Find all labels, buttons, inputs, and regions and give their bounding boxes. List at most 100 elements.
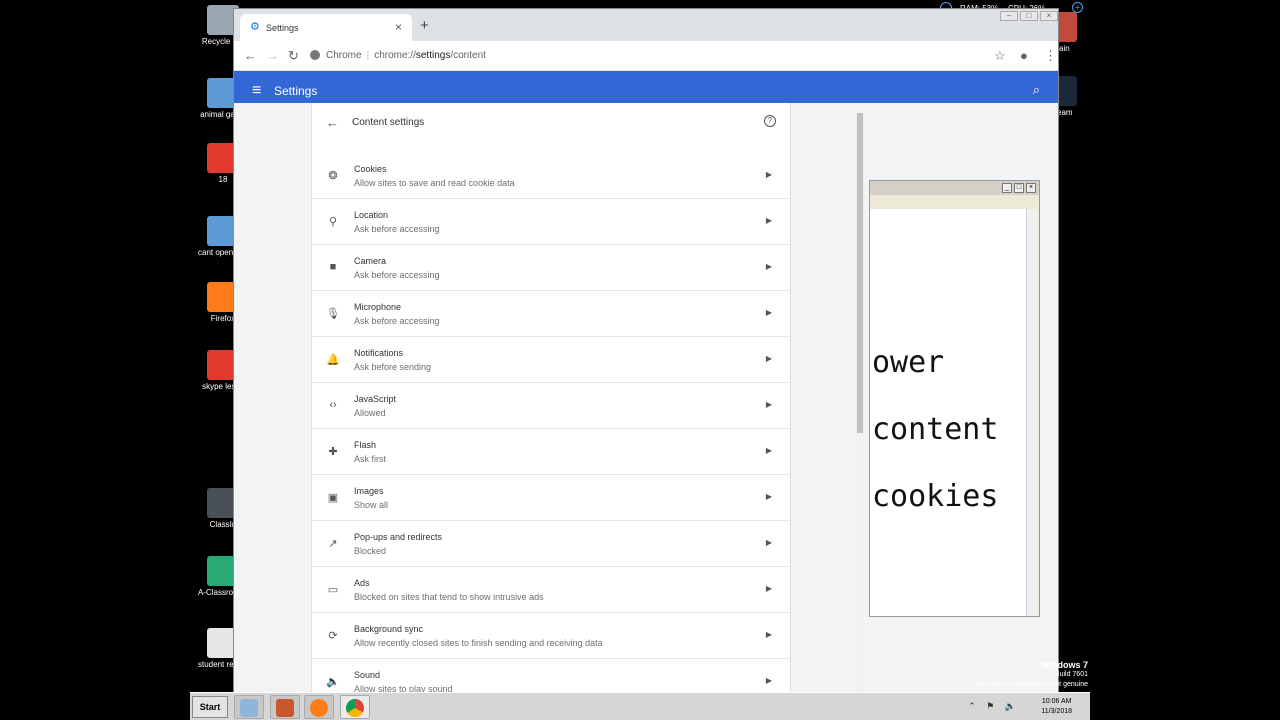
- address-bar[interactable]: Chrome | chrome://settings/content: [310, 46, 800, 66]
- text-window-maximize[interactable]: □: [1014, 183, 1024, 193]
- content-settings-list: ❂ Cookies Allow sites to save and read coo…: [312, 153, 790, 693]
- chevron-right-icon: ▶: [765, 400, 772, 409]
- text-window-titlebar: _ □ ×: [870, 181, 1039, 195]
- setting-description: Ask before sending: [354, 362, 432, 372]
- content-setting-cookies[interactable]: ❂ Cookies Allow sites to save and read coo…: [312, 153, 790, 199]
- tray-icons[interactable]: ⌃ ⚑ 🔈: [968, 701, 1020, 712]
- setting-description: Blocked: [354, 546, 387, 556]
- gear-icon: ⚙: [250, 21, 260, 33]
- chevron-right-icon: ▶: [765, 446, 772, 455]
- content-setting-ads[interactable]: ▭ Ads Blocked on sites that tend to show i…: [312, 567, 790, 613]
- page-title: Content settings: [352, 117, 425, 128]
- search-icon[interactable]: ⌕: [1033, 82, 1040, 98]
- content-setting-images[interactable]: ▣ Images Show all ▶: [312, 475, 790, 521]
- image-icon: ▣: [327, 492, 339, 504]
- widget-add-icon[interactable]: +: [1072, 2, 1083, 13]
- chevron-right-icon: ▶: [765, 262, 772, 271]
- setting-name: Microphone: [354, 302, 402, 312]
- text-line: cookies: [872, 479, 999, 514]
- setting-description: Ask first: [354, 454, 387, 464]
- start-button[interactable]: Start: [192, 696, 228, 718]
- taskbar-chrome[interactable]: [340, 695, 370, 719]
- text-window-body[interactable]: ower content cookies: [870, 209, 1027, 616]
- card-header: ← Content settings ?: [312, 103, 790, 143]
- chevron-right-icon: ▶: [765, 170, 772, 179]
- profile-icon[interactable]: ●: [1020, 48, 1028, 63]
- help-icon[interactable]: ?: [764, 115, 776, 127]
- content-setting-microphone[interactable]: 🎙 Microphone Ask before accessing ▶: [312, 291, 790, 337]
- back-arrow-icon[interactable]: ←: [244, 48, 257, 63]
- url-text: chrome://settings/content: [374, 50, 486, 61]
- camera-icon: ■: [329, 261, 337, 273]
- puzzle-icon: ✚: [328, 446, 338, 458]
- clock[interactable]: 10:06 AM 11/3/2018: [1041, 697, 1072, 717]
- setting-description: Ask before accessing: [354, 270, 440, 280]
- settings-title: Settings: [274, 84, 318, 98]
- minimize-button[interactable]: –: [1000, 11, 1018, 21]
- text-line: content: [872, 412, 999, 447]
- content-setting-location[interactable]: ⚲ Location Ask before accessing ▶: [312, 199, 790, 245]
- new-tab-button[interactable]: +: [420, 17, 429, 34]
- microphone-icon: 🎙: [326, 308, 340, 320]
- content-setting-camera[interactable]: ■ Camera Ask before accessing ▶: [312, 245, 790, 291]
- cookie-icon: ❂: [328, 170, 338, 182]
- content-setting-sound[interactable]: 🔈 Sound Allow sites to play sound ▶: [312, 659, 790, 693]
- chrome-icon: [346, 699, 364, 717]
- setting-name: Pop-ups and redirects: [354, 532, 443, 542]
- app-icon: [276, 699, 294, 717]
- chrome-info-icon: [310, 50, 320, 61]
- tab-settings[interactable]: ⚙ Settings ×: [240, 14, 412, 41]
- taskbar-firefox[interactable]: [304, 695, 334, 719]
- content-settings-card: ← Content settings ? ❂ Cookies Allow sites…: [311, 103, 791, 693]
- page-scrollbar[interactable]: [856, 113, 864, 693]
- taskbar-explorer[interactable]: [234, 695, 264, 719]
- code-icon: ‹›: [329, 399, 337, 411]
- setting-name: Background sync: [354, 624, 424, 634]
- setting-name: Cookies: [354, 164, 387, 174]
- content-setting-notifications[interactable]: 🔔 Notifications Ask before sending ▶: [312, 337, 790, 383]
- setting-name: Notifications: [354, 348, 404, 358]
- setting-description: Blocked on sites that tend to show intru…: [354, 592, 544, 602]
- content-setting-flash[interactable]: ✚ Flash Ask first ▶: [312, 429, 790, 475]
- content-setting-javascript[interactable]: ‹› JavaScript Allowed ▶: [312, 383, 790, 429]
- text-window-scrollbar[interactable]: [1026, 209, 1038, 616]
- taskbar-app[interactable]: [270, 695, 300, 719]
- setting-name: Images: [354, 486, 384, 496]
- hamburger-menu-icon[interactable]: ≡: [252, 82, 261, 100]
- chevron-right-icon: ▶: [765, 216, 772, 225]
- content-setting-pop-ups-and-redirects[interactable]: ↗ Pop-ups and redirects Blocked ▶: [312, 521, 790, 567]
- setting-description: Allow recently closed sites to finish se…: [354, 638, 603, 648]
- explorer-icon: [240, 699, 258, 717]
- reload-icon[interactable]: ↻: [288, 48, 299, 64]
- setting-description: Allow sites to save and read cookie data: [354, 178, 515, 188]
- taskbar: Start ⌃ ⚑ 🔈 10:06 AM 11/3/2018: [190, 692, 1090, 720]
- setting-name: Sound: [354, 670, 381, 680]
- content-setting-background-sync[interactable]: ⟳ Background sync Allow recently closed si…: [312, 613, 790, 659]
- close-window-button[interactable]: ×: [1040, 11, 1058, 21]
- setting-description: Ask before accessing: [354, 224, 440, 234]
- text-window-close[interactable]: ×: [1026, 183, 1036, 193]
- back-arrow-icon[interactable]: ←: [326, 115, 339, 130]
- forward-arrow-icon[interactable]: →: [266, 48, 279, 63]
- tab-close-button[interactable]: ×: [395, 20, 402, 34]
- bookmark-star-icon[interactable]: ☆: [994, 48, 1006, 64]
- scrollbar-thumb[interactable]: [857, 113, 863, 433]
- chevron-right-icon: ▶: [765, 308, 772, 317]
- windows-watermark: Windows 7 Build 7601 This copy of Window…: [974, 660, 1088, 688]
- maximize-button[interactable]: □: [1020, 11, 1038, 21]
- setting-description: Show all: [354, 500, 389, 510]
- text-window-minimize[interactable]: _: [1002, 183, 1012, 193]
- chevron-right-icon: ▶: [765, 354, 772, 363]
- setting-description: Ask before accessing: [354, 316, 440, 326]
- setting-name: Ads: [354, 578, 370, 588]
- text-line: ower: [872, 345, 945, 380]
- chevron-right-icon: ▶: [765, 676, 772, 685]
- setting-name: Location: [354, 210, 389, 220]
- tab-title: Settings: [266, 23, 299, 33]
- firefox-icon: [310, 699, 328, 717]
- chevron-right-icon: ▶: [765, 538, 772, 547]
- setting-name: JavaScript: [354, 394, 397, 404]
- chevron-right-icon: ▶: [765, 630, 772, 639]
- menu-dots-icon[interactable]: ⋮: [1044, 48, 1057, 64]
- setting-name: Camera: [354, 256, 387, 266]
